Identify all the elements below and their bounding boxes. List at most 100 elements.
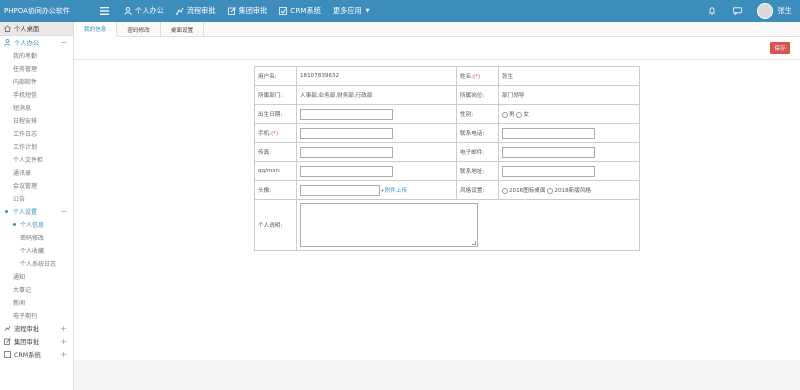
- sidebar-item-label: 工作日志: [13, 131, 38, 138]
- sidebar-subitem-label: 个人信息: [20, 222, 45, 229]
- table-row: qq/msn: 联系地址:: [254, 161, 640, 181]
- nav-crm-label: CRM系统: [290, 6, 321, 15]
- sidebar-subitem[interactable]: 个人系统日志: [0, 257, 73, 270]
- footer-area: [74, 360, 800, 390]
- sidebar-group-label: 集团审批: [14, 339, 40, 346]
- sidebar-item[interactable]: 工作计划: [0, 140, 73, 153]
- required-mark: (*): [271, 131, 279, 137]
- sidebar-item[interactable]: 内部邮件: [0, 75, 73, 88]
- expand-icon[interactable]: +: [60, 350, 67, 359]
- qq-input[interactable]: [300, 165, 393, 177]
- avatar-input[interactable]: [300, 184, 380, 196]
- nav-crm[interactable]: CRM系统: [279, 6, 321, 16]
- app-logo[interactable]: PHPOA协同办公软件: [0, 0, 74, 22]
- sidebar-item[interactable]: 任务管理: [0, 62, 73, 75]
- nav-workflow[interactable]: 流程审批: [175, 6, 216, 16]
- sidebar-item-label: 我的考勤: [13, 53, 38, 60]
- sidebar-item-label: 电子期刊: [13, 313, 38, 320]
- home-icon: [4, 25, 11, 32]
- nav-personal-office-label: 个人办公: [135, 6, 164, 15]
- tab-bar: 我的信息 密码修改 桌面设置: [74, 22, 800, 37]
- sidebar-group-crm[interactable]: CRM系统 +: [0, 348, 73, 361]
- name-label-cell: 姓名:(*): [456, 66, 499, 86]
- tab-my-info[interactable]: 我的信息: [74, 22, 118, 37]
- sidebar-group-approval[interactable]: 集团审批 +: [0, 335, 73, 348]
- fax-input[interactable]: [300, 146, 393, 158]
- sidebar-item[interactable]: 新闻: [0, 296, 73, 309]
- expand-icon[interactable]: +: [60, 324, 67, 333]
- profile-form: 用户名: 18107839632 姓名:(*) 张生 所属部门: 人事部,业务部…: [254, 66, 640, 251]
- address-input[interactable]: [502, 165, 595, 177]
- nav-group-approval[interactable]: 集团审批: [227, 6, 268, 16]
- top-navbar: PHPOA协同办公软件 个人办公 流程审批 集团审批 CRM系统 更多应用 ▼ …: [0, 0, 800, 22]
- menu-toggle-icon[interactable]: [96, 7, 112, 15]
- caret-down-icon: ▼: [365, 8, 370, 14]
- sidebar-subitem-label: 个人系统日志: [20, 261, 57, 268]
- sidebar-item-settings-label: 个人设置: [13, 209, 38, 216]
- collapse-icon[interactable]: −: [60, 38, 67, 47]
- sidebar-subitem[interactable]: 个人收藏: [0, 244, 73, 257]
- gender-female-radio[interactable]: [516, 111, 523, 118]
- sidebar-subitem-active[interactable]: 个人信息: [0, 218, 73, 231]
- dept-value: 人事部,业务部,财务部,行政部: [296, 85, 457, 105]
- attach-upload-link[interactable]: +附件上传: [380, 188, 407, 194]
- sidebar-item-label: 大事记: [13, 287, 32, 294]
- sidebar-item[interactable]: 公告: [0, 192, 73, 205]
- sidebar-item[interactable]: 会议管理: [0, 179, 73, 192]
- sidebar-item[interactable]: 通讯录: [0, 166, 73, 179]
- sidebar-item[interactable]: 短消息: [0, 101, 73, 114]
- sidebar-item-label: 日程安排: [13, 118, 38, 125]
- user-name[interactable]: 张生: [778, 6, 792, 16]
- sidebar-item[interactable]: 电子期刊: [0, 309, 73, 322]
- sidebar-item-home[interactable]: 个人桌面: [0, 22, 73, 36]
- nav-personal-office[interactable]: 个人办公: [124, 6, 164, 16]
- sidebar-item[interactable]: 工作日志: [0, 127, 73, 140]
- phone-input[interactable]: [300, 127, 393, 139]
- sidebar-item-label: 内部邮件: [13, 79, 38, 86]
- style-2016-label: 2016图标桌面: [509, 188, 546, 194]
- sidebar-item[interactable]: 大事记: [0, 283, 73, 296]
- intro-textarea[interactable]: [300, 203, 478, 247]
- sidebar-item[interactable]: 手机短信: [0, 88, 73, 101]
- nav-more-apps[interactable]: 更多应用 ▼: [333, 6, 370, 16]
- post-label: 所属岗位:: [456, 85, 499, 105]
- sidebar-item-label: 短消息: [13, 105, 32, 112]
- sidebar-subitem[interactable]: 密码修改: [0, 231, 73, 244]
- tab-desktop-settings[interactable]: 桌面设置: [161, 22, 205, 37]
- sidebar-group-label: 流程审批: [14, 326, 40, 333]
- edit-icon: [4, 338, 11, 345]
- gender-male-radio[interactable]: [502, 111, 508, 118]
- tel-input[interactable]: [502, 127, 595, 139]
- expand-icon[interactable]: +: [60, 337, 67, 346]
- person-icon: [4, 39, 11, 46]
- tab-password[interactable]: 密码修改: [117, 22, 161, 37]
- nav-group-approval-label: 集团审批: [238, 6, 268, 15]
- crm-icon: [279, 7, 288, 15]
- sidebar-item[interactable]: 个人文件柜: [0, 153, 73, 166]
- email-input[interactable]: [502, 146, 595, 158]
- save-button[interactable]: 保存: [770, 42, 790, 54]
- user-avatar[interactable]: [756, 3, 773, 19]
- fax-label: 传真:: [254, 142, 297, 162]
- sidebar: 个人桌面 个人办公 − 我的考勤 任务管理 内部邮件 手机短信 短消息 日程安排…: [0, 22, 74, 390]
- resize-handle-icon[interactable]: [472, 241, 476, 245]
- sidebar-group-workflow[interactable]: 流程审批 +: [0, 322, 73, 335]
- sidebar-item-settings[interactable]: 个人设置 −: [0, 205, 73, 218]
- sidebar-item-label: 工作计划: [13, 144, 38, 151]
- sidebar-group-personal[interactable]: 个人办公 −: [0, 36, 73, 49]
- table-row: 所属部门: 人事部,业务部,财务部,行政部 所属岗位: 部门领导: [254, 85, 640, 105]
- table-row: 头像: +附件上传 风格设置: 2016图标桌面 2018新版风格: [254, 180, 640, 200]
- nav-more-apps-label: 更多应用: [332, 6, 362, 15]
- birthday-input[interactable]: [300, 108, 393, 120]
- message-icon[interactable]: [729, 7, 747, 15]
- sidebar-item[interactable]: 我的考勤: [0, 49, 73, 62]
- bell-icon[interactable]: [703, 7, 721, 15]
- tel-label: 联系电话:: [456, 123, 499, 143]
- sidebar-item[interactable]: 通知: [0, 270, 73, 283]
- collapse-icon[interactable]: −: [60, 207, 67, 216]
- style-2018-radio[interactable]: [547, 187, 554, 194]
- required-mark: (*): [473, 74, 481, 80]
- style-2016-radio[interactable]: [502, 187, 508, 194]
- sidebar-item[interactable]: 日程安排: [0, 114, 73, 127]
- gender-female-label: 女: [523, 112, 529, 118]
